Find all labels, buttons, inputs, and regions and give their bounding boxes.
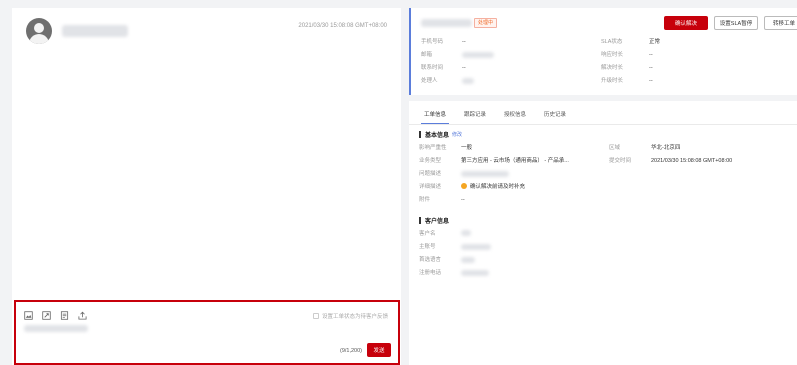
info-contact-time-value: -- — [462, 65, 466, 71]
tab-ticket-info[interactable]: 工单信息 — [415, 109, 455, 124]
business-type-value: 第三方应用 - 云市场（通用商品） - 产品承... — [461, 158, 569, 164]
edit-basic-info-link[interactable]: 修改 — [452, 131, 462, 138]
document-icon[interactable] — [60, 311, 69, 320]
confirm-resolved-button[interactable]: 确认解决 — [664, 16, 708, 30]
status-badge: 处理中 — [474, 18, 498, 28]
info-sla-status-value: 正常 — [649, 39, 661, 45]
ticket-id-redacted — [421, 19, 472, 27]
reply-composer: 设置工单状态为待客户反馈 (9/1,200) 发送 — [14, 300, 400, 365]
sync-status-label: 设置工单状态为待客户反馈 — [321, 314, 388, 320]
submit-time-label: 提交时间 — [609, 158, 632, 164]
main-account-label: 主账号 — [419, 244, 436, 250]
info-escalation-time: 升级时长 — [601, 78, 624, 84]
message-header: 2021/03/30 15:08:08 GMT+08:00 — [12, 8, 401, 48]
screenshot-icon[interactable] — [42, 311, 51, 320]
severity-value: 一般 — [461, 145, 473, 151]
info-resolve-time: 解决时长 — [601, 65, 624, 71]
tab-history[interactable]: 历史记录 — [535, 109, 575, 121]
composer-toolbar — [24, 311, 87, 320]
info-email-redacted — [462, 52, 494, 58]
ticket-workspace: 2021/03/30 15:08:08 GMT+08:00 设置工单状态为待客户… — [0, 0, 797, 365]
sender-name-redacted — [62, 25, 128, 37]
business-type-label: 业务类型 — [419, 158, 442, 164]
info-email: 邮箱 — [421, 52, 433, 58]
customer-info-heading: 客户信息 — [419, 216, 449, 225]
conversation-pane: 2021/03/30 15:08:08 GMT+08:00 设置工单状态为待客户… — [12, 8, 401, 365]
info-response-time: 响应时长 — [601, 52, 624, 58]
message-timestamp: 2021/03/30 15:08:08 GMT+08:00 — [298, 23, 387, 29]
region-value: 华北-北京四 — [651, 145, 681, 151]
transfer-ticket-button[interactable]: 转移工单 — [764, 16, 797, 30]
basic-info-heading: 基本信息 修改 — [419, 130, 462, 139]
sync-status-checkbox[interactable] — [312, 313, 319, 319]
tab-authorization-info[interactable]: 授权信息 — [495, 109, 535, 121]
problem-description-redacted — [461, 171, 509, 177]
sla-pause-button[interactable]: 设置SLA暂停 — [714, 16, 758, 30]
info-phone-value: -- — [462, 39, 466, 45]
upload-icon[interactable] — [78, 311, 87, 320]
preferred-language-label: 首选语言 — [419, 257, 442, 263]
info-sla-status: SLA状态 — [601, 39, 623, 45]
reply-input-text-redacted[interactable] — [24, 325, 88, 332]
customer-name-label: 客户名 — [419, 231, 436, 237]
registered-phone-label: 注册电话 — [419, 270, 442, 276]
submit-time-value: 2021/03/30 15:08:08 GMT+08:00 — [651, 158, 733, 164]
sync-status-option[interactable]: 设置工单状态为待客户反馈 — [312, 312, 388, 320]
attachment-value: -- — [461, 197, 465, 203]
tab-tracking-records[interactable]: 跟踪记录 — [455, 109, 495, 121]
detail-description-label: 详细描述 — [419, 184, 442, 190]
registered-phone-redacted — [461, 270, 489, 276]
info-contact-time: 联系时间 — [421, 65, 444, 71]
attachment-label: 附件 — [419, 197, 431, 203]
warning-icon — [461, 183, 467, 189]
customer-name-redacted — [461, 230, 471, 236]
main-account-redacted — [461, 244, 491, 250]
info-handler: 处理人 — [421, 78, 438, 84]
ticket-summary-card: 处理中 确认解决 设置SLA暂停 转移工单 手机号码 -- 邮箱 联系时间 --… — [409, 8, 797, 95]
detail-description-value: 确认解决前请及时补充 — [470, 184, 526, 190]
problem-description-label: 问题描述 — [419, 171, 442, 177]
character-counter: (9/1,200) — [339, 348, 362, 354]
severity-label: 影响严重性 — [419, 145, 447, 151]
preferred-language-redacted — [461, 257, 475, 263]
avatar — [26, 18, 52, 44]
image-icon[interactable] — [24, 311, 33, 320]
send-button[interactable]: 发送 — [367, 343, 391, 357]
ticket-detail-card: 工单信息 跟踪记录 授权信息 历史记录 基本信息 修改 影响严重性 一般 业务类… — [409, 101, 797, 365]
detail-tabs: 工单信息 跟踪记录 授权信息 历史记录 — [415, 109, 575, 124]
region-label: 区域 — [609, 145, 621, 151]
info-handler-redacted — [462, 78, 474, 84]
info-phone: 手机号码 — [421, 39, 444, 45]
